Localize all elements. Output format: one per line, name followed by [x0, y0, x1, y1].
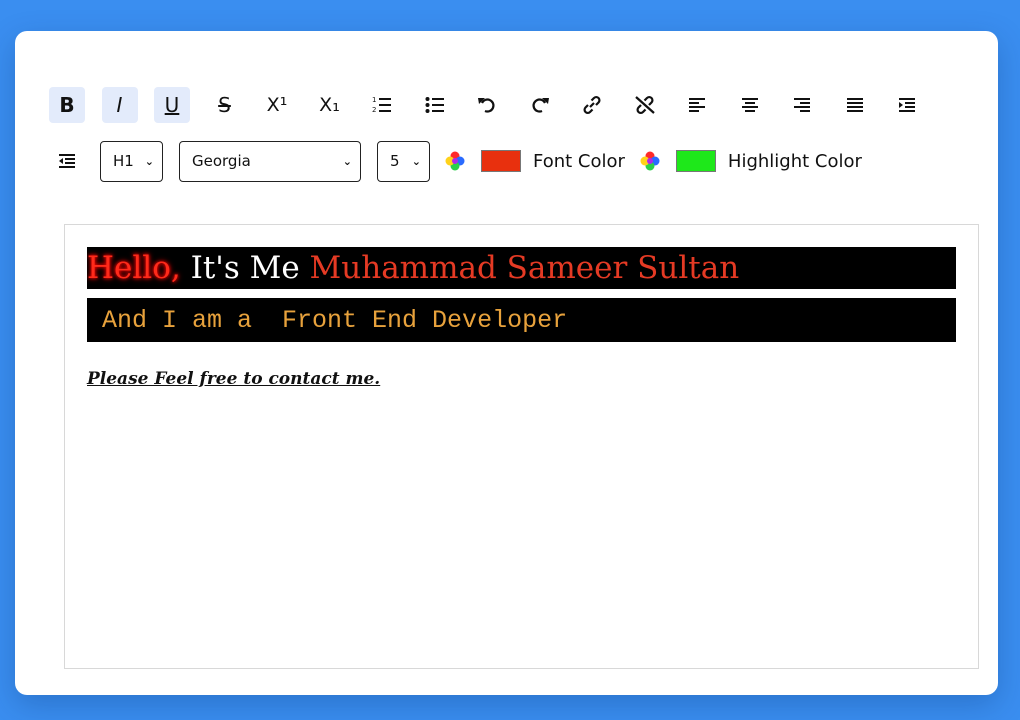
font-family-select[interactable]: Georgia ⌄: [179, 140, 361, 182]
subheading-line: And I am a Front End Developer: [87, 298, 956, 342]
highlight-color-swatch[interactable]: [675, 150, 716, 172]
heading-select-value: H1: [113, 152, 134, 170]
heading-select[interactable]: H1 ⌄: [100, 140, 163, 182]
unordered-list-button[interactable]: [417, 87, 453, 123]
unordered-list-icon: [425, 97, 444, 113]
unlink-button[interactable]: [627, 87, 663, 123]
color-palette-icon[interactable]: [639, 150, 661, 172]
chevron-down-icon: ⌄: [342, 154, 352, 168]
indent-button[interactable]: [889, 87, 925, 123]
subscript-button[interactable]: X₁: [312, 87, 348, 123]
font-size-select[interactable]: 5 ⌄: [377, 140, 430, 182]
contact-text: Please Feel free to contact me.: [87, 369, 381, 389]
heading-line: Hello, It's Me Muhammad Sameer Sultan: [87, 247, 956, 289]
undo-icon: [478, 98, 495, 113]
outdent-icon: [59, 154, 75, 168]
heading-hello-text: Hello,: [87, 250, 181, 286]
font-size-select-value: 5: [390, 152, 400, 170]
align-left-button[interactable]: [679, 87, 715, 123]
align-center-button[interactable]: [732, 87, 768, 123]
heading-white-text: It's Me: [180, 250, 310, 286]
justify-button[interactable]: [837, 87, 873, 123]
chevron-down-icon: ⌄: [144, 154, 154, 168]
subscript-label: X₁: [319, 93, 340, 116]
strikethrough-button[interactable]: S: [207, 87, 243, 123]
bold-button[interactable]: B: [49, 87, 85, 123]
highlight-color-label: Highlight Color: [727, 150, 862, 172]
outdent-button[interactable]: [49, 143, 85, 179]
underline-button[interactable]: U: [154, 87, 190, 123]
superscript-label: X¹: [266, 93, 288, 116]
heading-name-text: Muhammad Sameer Sultan: [309, 250, 740, 286]
unlink-icon: [634, 95, 655, 115]
underline-label: U: [164, 93, 180, 117]
align-center-icon: [741, 98, 758, 112]
align-right-icon: [794, 98, 810, 112]
italic-button[interactable]: I: [101, 87, 138, 123]
font-family-select-value: Georgia: [192, 152, 251, 170]
strikethrough-label: S: [218, 93, 231, 117]
justify-icon: [846, 98, 863, 112]
align-left-icon: [689, 98, 705, 112]
align-right-button[interactable]: [784, 87, 820, 123]
indent-icon: [899, 98, 915, 112]
color-palette-icon[interactable]: [444, 150, 466, 172]
superscript-button[interactable]: X¹: [259, 87, 295, 123]
toolbar-primary: B I U S X¹ X₁ 1 2: [49, 87, 942, 123]
redo-icon: [531, 98, 549, 113]
chevron-down-icon: ⌄: [411, 154, 421, 168]
editor-card: B I U S X¹ X₁ 1 2 H1 ⌄ Georgia ⌄ 5 ⌄ Fon…: [15, 31, 998, 695]
ordered-list-icon: 1 2: [372, 96, 391, 114]
ordered-list-button[interactable]: 1 2: [364, 87, 400, 123]
link-icon: [583, 95, 601, 115]
font-color-label: Font Color: [533, 150, 625, 172]
editor-content-area[interactable]: Hello, It's Me Muhammad Sameer Sultan An…: [64, 224, 979, 669]
link-button[interactable]: [574, 87, 610, 123]
bold-label: B: [59, 93, 75, 117]
italic-label: I: [116, 93, 123, 117]
undo-button[interactable]: [469, 87, 505, 123]
redo-button[interactable]: [522, 87, 558, 123]
toolbar-format: H1 ⌄ Georgia ⌄ 5 ⌄ Font Color Highlight …: [49, 140, 862, 182]
svg-text:2: 2: [372, 106, 376, 114]
svg-text:1: 1: [372, 96, 376, 104]
font-color-swatch[interactable]: [481, 150, 521, 172]
